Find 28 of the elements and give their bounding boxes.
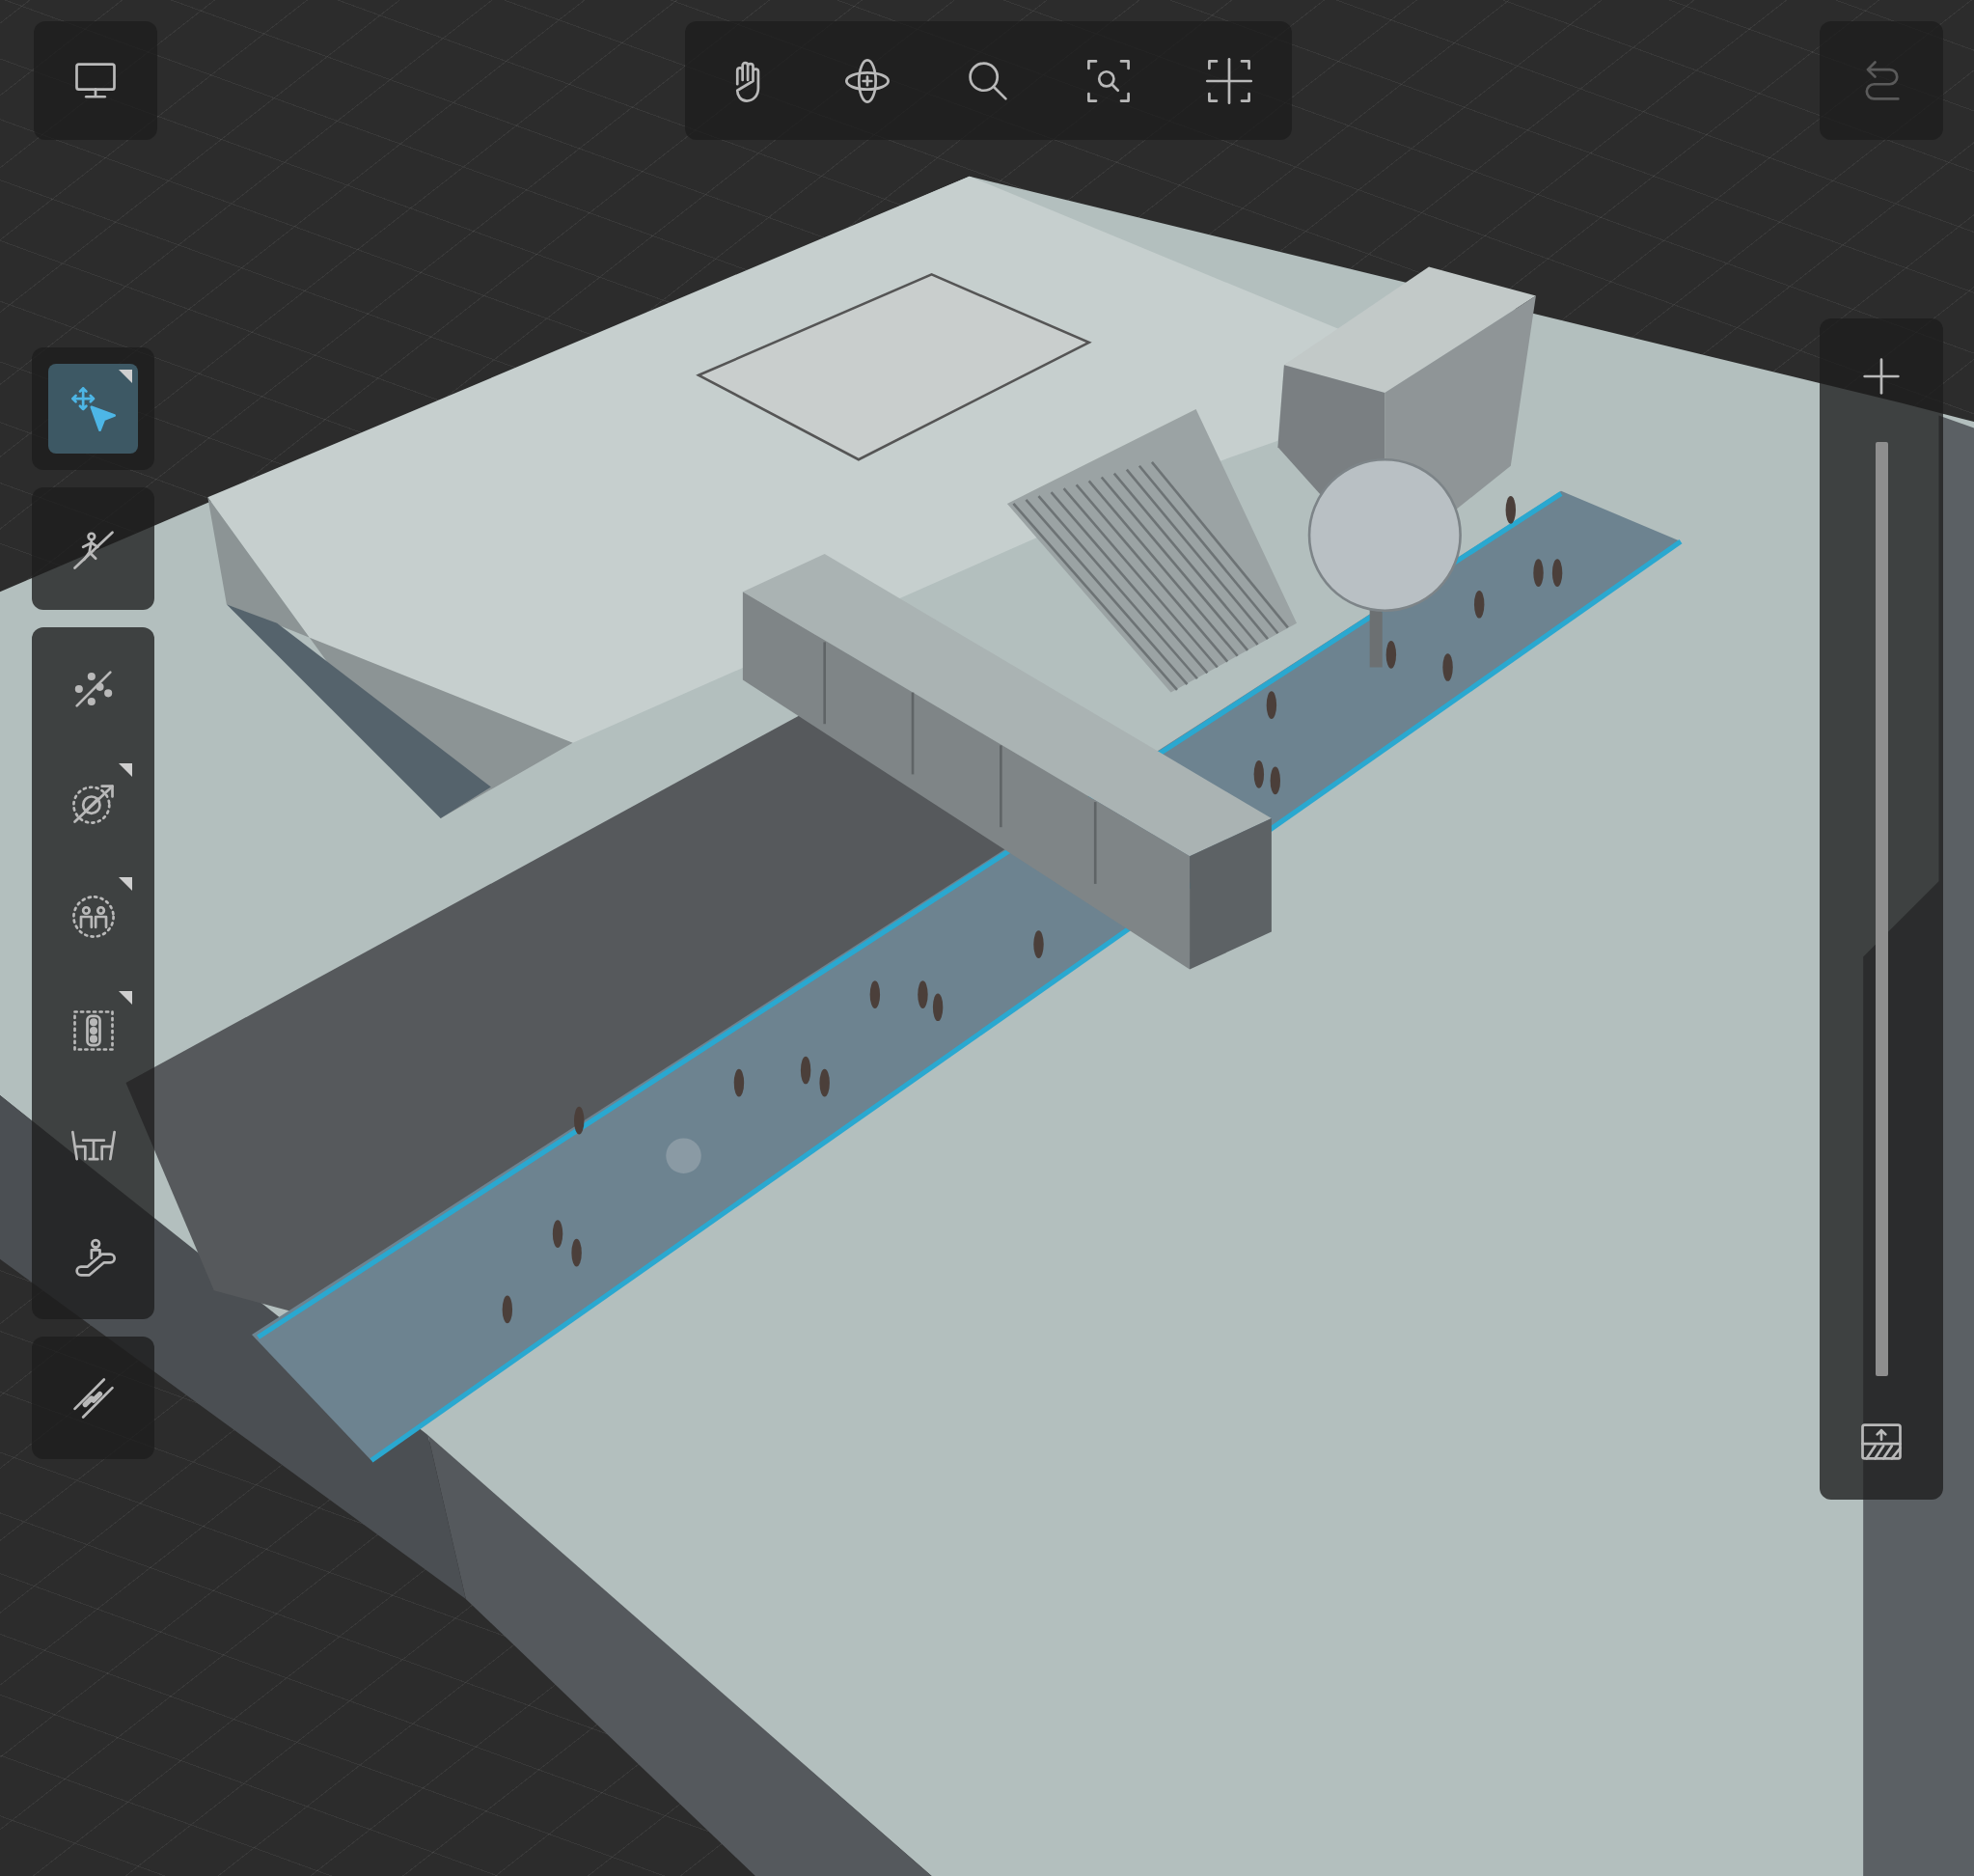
person-figure (571, 1238, 582, 1267)
flyout-corner-icon (119, 877, 132, 891)
table-drawing (666, 1138, 701, 1173)
person-figure (552, 1220, 563, 1248)
flyout-corner-icon (119, 370, 132, 383)
frame-icon (1204, 55, 1254, 106)
person-figure (1505, 496, 1517, 524)
person-figure (932, 993, 944, 1022)
person-figure (1253, 760, 1265, 788)
person-figure (1533, 559, 1544, 587)
flyout-corner-icon (119, 763, 132, 777)
person-figure (1270, 766, 1281, 795)
flyout-corner-icon (119, 991, 132, 1005)
view-button[interactable] (34, 21, 157, 140)
person-figure (574, 1106, 585, 1135)
slider-track[interactable] (1875, 442, 1888, 1376)
person-figure (800, 1056, 811, 1085)
person-figure (1551, 559, 1563, 587)
person-figure (1474, 590, 1485, 619)
person-figure (869, 980, 881, 1009)
person-figure (1442, 653, 1453, 681)
person-figure (1385, 641, 1397, 669)
person-figure (1266, 691, 1277, 719)
person-figure (819, 1068, 830, 1097)
person-figure (918, 980, 928, 1009)
person-figure (733, 1068, 745, 1097)
person-figure (502, 1295, 513, 1324)
person-figure (1033, 930, 1044, 958)
